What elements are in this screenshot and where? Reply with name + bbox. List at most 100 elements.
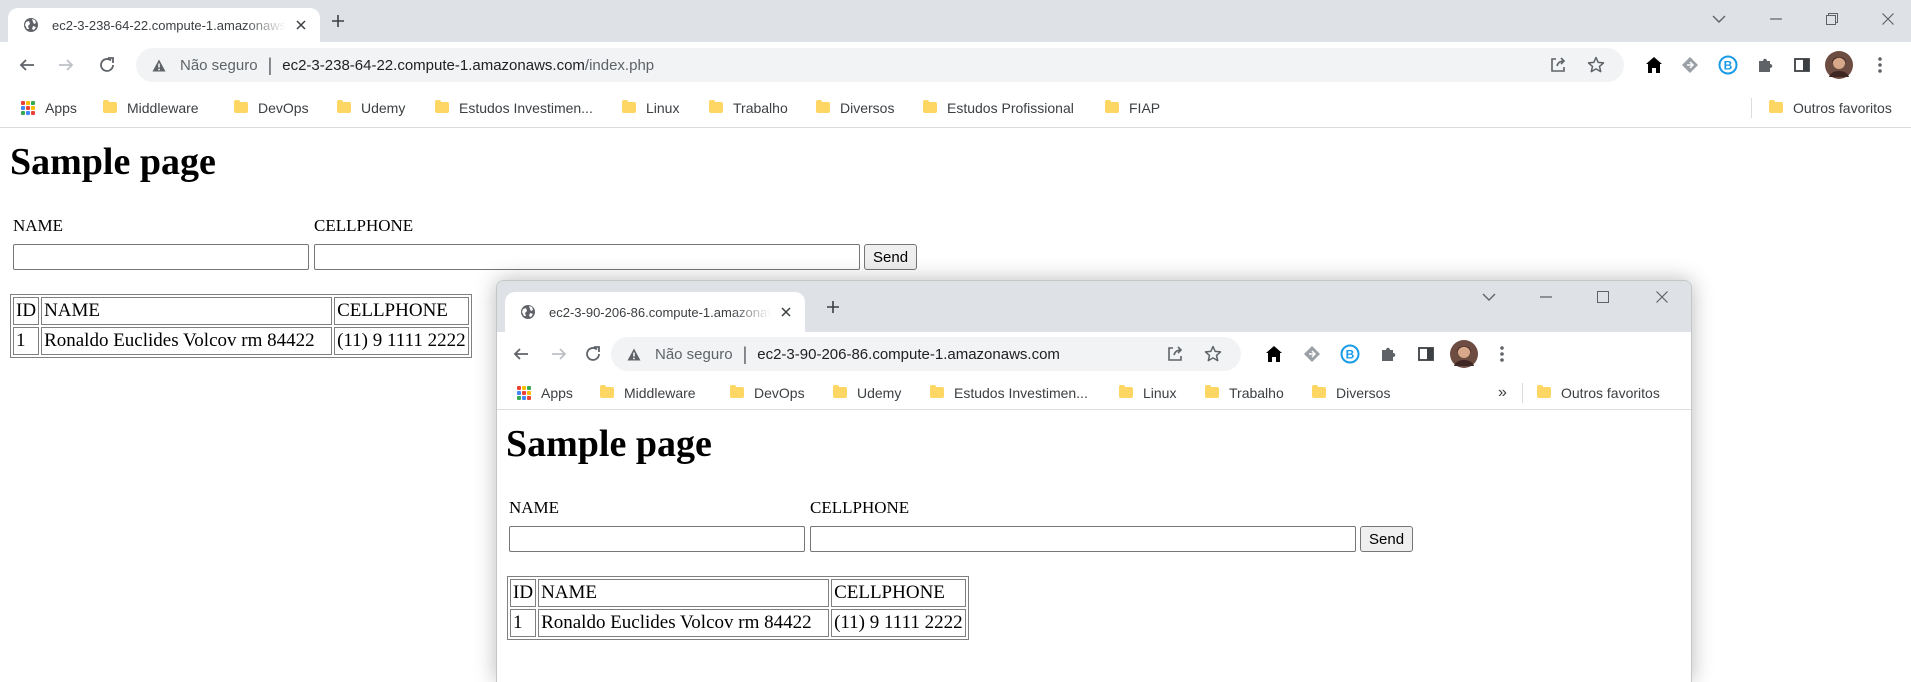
minimize-icon[interactable] — [1762, 5, 1790, 33]
table-header-row: ID NAME CELLPHONE — [13, 297, 469, 325]
close-icon[interactable] — [292, 16, 310, 34]
puzzle-icon[interactable] — [1373, 339, 1403, 369]
warning-triangle-icon[interactable] — [150, 56, 168, 74]
bookmarks-overflow-button[interactable]: » — [1498, 376, 1507, 409]
side-panel-icon[interactable] — [1787, 50, 1817, 80]
send-button[interactable]: Send — [864, 244, 918, 270]
address-bar[interactable]: Não seguro | ec2-3-238-64-22.compute-1.a… — [136, 48, 1624, 82]
b-extension-icon[interactable]: B — [1713, 50, 1743, 80]
not-secure-label[interactable]: Não seguro — [655, 346, 733, 363]
restore-icon[interactable] — [1818, 5, 1846, 33]
table-header-row: ID NAME CELLPHONE — [510, 579, 966, 607]
star-icon[interactable] — [1199, 340, 1227, 368]
address-bar[interactable]: Não seguro | ec2-3-90-206-86.compute-1.a… — [611, 337, 1241, 371]
close-icon[interactable] — [777, 303, 795, 321]
maximize-icon[interactable] — [1589, 283, 1617, 311]
bookmark-label: Estudos Investimen... — [459, 99, 593, 116]
forward-arrow-icon[interactable] — [544, 339, 574, 369]
apps-grid-icon — [20, 100, 36, 116]
plus-icon[interactable] — [819, 293, 847, 321]
plus-icon[interactable] — [324, 7, 352, 35]
bookmark-folder-trabalho[interactable]: Trabalho — [708, 88, 788, 127]
back-arrow-icon[interactable] — [12, 50, 42, 80]
chevron-down-icon[interactable] — [1705, 5, 1733, 33]
name-label: NAME — [509, 498, 560, 517]
bookmark-apps[interactable]: Apps — [516, 376, 573, 409]
share-icon[interactable] — [1161, 340, 1189, 368]
name-input[interactable] — [509, 526, 805, 552]
diamond-extension-icon[interactable] — [1297, 339, 1327, 369]
table-row: 1 Ronaldo Euclides Volcov rm 84422 (11) … — [510, 609, 966, 637]
bookmark-folder-udemy[interactable]: Udemy — [832, 376, 901, 409]
folder-icon — [621, 100, 637, 116]
kebab-menu-icon[interactable] — [1865, 50, 1895, 80]
folder-icon — [1311, 385, 1327, 401]
bookmark-folder-middleware[interactable]: Middleware — [599, 376, 696, 409]
bookmark-folder-outros-favoritos[interactable]: Outros favoritos — [1536, 376, 1660, 409]
avatar[interactable] — [1824, 50, 1854, 80]
toolbar: Não seguro | ec2-3-238-64-22.compute-1.a… — [0, 42, 1911, 88]
cell-cellphone: (11) 9 1111 2222 — [831, 609, 966, 637]
bookmark-label: Middleware — [624, 384, 696, 401]
bookmark-folder-devops[interactable]: DevOps — [729, 376, 805, 409]
apps-grid-icon — [516, 385, 532, 401]
close-window-icon[interactable] — [1874, 5, 1902, 33]
home-extension-icon[interactable] — [1639, 50, 1669, 80]
tab-active[interactable]: ec2-3-238-64-22.compute-1.amazonaws.com/… — [8, 8, 320, 42]
bookmark-label: Estudos Profissional — [947, 99, 1074, 116]
records-table: ID NAME CELLPHONE 1 Ronaldo Euclides Vol… — [10, 294, 472, 358]
home-extension-icon[interactable] — [1259, 339, 1289, 369]
bookmark-folder-estudos-investimentos[interactable]: Estudos Investimen... — [929, 376, 1088, 409]
bookmark-label: DevOps — [754, 384, 805, 401]
kebab-menu-icon[interactable] — [1487, 339, 1517, 369]
diamond-extension-icon[interactable] — [1675, 50, 1705, 80]
cellphone-input[interactable] — [314, 244, 860, 270]
cell-cellphone: (11) 9 1111 2222 — [334, 327, 469, 355]
chevron-down-icon[interactable] — [1475, 283, 1503, 311]
close-window-icon[interactable] — [1648, 283, 1676, 311]
header-cellphone: CELLPHONE — [334, 297, 469, 325]
svg-text:B: B — [1724, 59, 1733, 73]
send-button[interactable]: Send — [1360, 526, 1414, 552]
bookmark-folder-udemy[interactable]: Udemy — [336, 88, 405, 127]
forward-arrow-icon[interactable] — [51, 50, 81, 80]
bookmark-folder-estudos-investimentos[interactable]: Estudos Investimen... — [434, 88, 593, 127]
puzzle-icon[interactable] — [1750, 50, 1780, 80]
folder-icon — [708, 100, 724, 116]
bookmarks-bar: Apps Middleware DevOps Udemy Estudos Inv… — [0, 88, 1911, 128]
bookmark-folder-devops[interactable]: DevOps — [233, 88, 309, 127]
folder-icon — [832, 385, 848, 401]
header-cellphone: CELLPHONE — [831, 579, 966, 607]
bookmark-folder-diversos[interactable]: Diversos — [1311, 376, 1390, 409]
bookmark-folder-diversos[interactable]: Diversos — [815, 88, 894, 127]
back-arrow-icon[interactable] — [506, 339, 536, 369]
cellphone-input[interactable] — [810, 526, 1356, 552]
bookmark-apps[interactable]: Apps — [20, 88, 77, 127]
reload-icon[interactable] — [92, 50, 122, 80]
bookmark-folder-outros-favoritos[interactable]: Outros favoritos — [1768, 88, 1892, 127]
bookmark-label: Outros favoritos — [1793, 99, 1892, 116]
bookmark-folder-trabalho[interactable]: Trabalho — [1204, 376, 1284, 409]
page-title: Sample page — [10, 141, 216, 183]
bookmark-folder-fiap[interactable]: FIAP — [1104, 88, 1160, 127]
not-secure-label[interactable]: Não seguro — [180, 57, 258, 74]
star-icon[interactable] — [1582, 51, 1610, 79]
tab-active[interactable]: ec2-3-90-206-86.compute-1.amazonaws.com — [505, 292, 805, 332]
warning-triangle-icon[interactable] — [625, 345, 643, 363]
bookmark-folder-middleware[interactable]: Middleware — [102, 88, 199, 127]
header-id: ID — [510, 579, 537, 607]
bookmark-label: Udemy — [361, 99, 406, 116]
bookmark-folder-estudos-profissional[interactable]: Estudos Profissional — [922, 88, 1074, 127]
avatar[interactable] — [1449, 339, 1479, 369]
minimize-icon[interactable] — [1532, 283, 1560, 311]
reload-icon[interactable] — [578, 339, 608, 369]
folder-icon — [233, 100, 249, 116]
page-title: Sample page — [506, 423, 712, 465]
b-extension-icon[interactable]: B — [1335, 339, 1365, 369]
bookmark-folder-linux[interactable]: Linux — [621, 88, 679, 127]
share-icon[interactable] — [1544, 51, 1572, 79]
name-input[interactable] — [13, 244, 309, 270]
folder-icon — [1204, 385, 1220, 401]
side-panel-icon[interactable] — [1411, 339, 1441, 369]
bookmark-folder-linux[interactable]: Linux — [1118, 376, 1176, 409]
